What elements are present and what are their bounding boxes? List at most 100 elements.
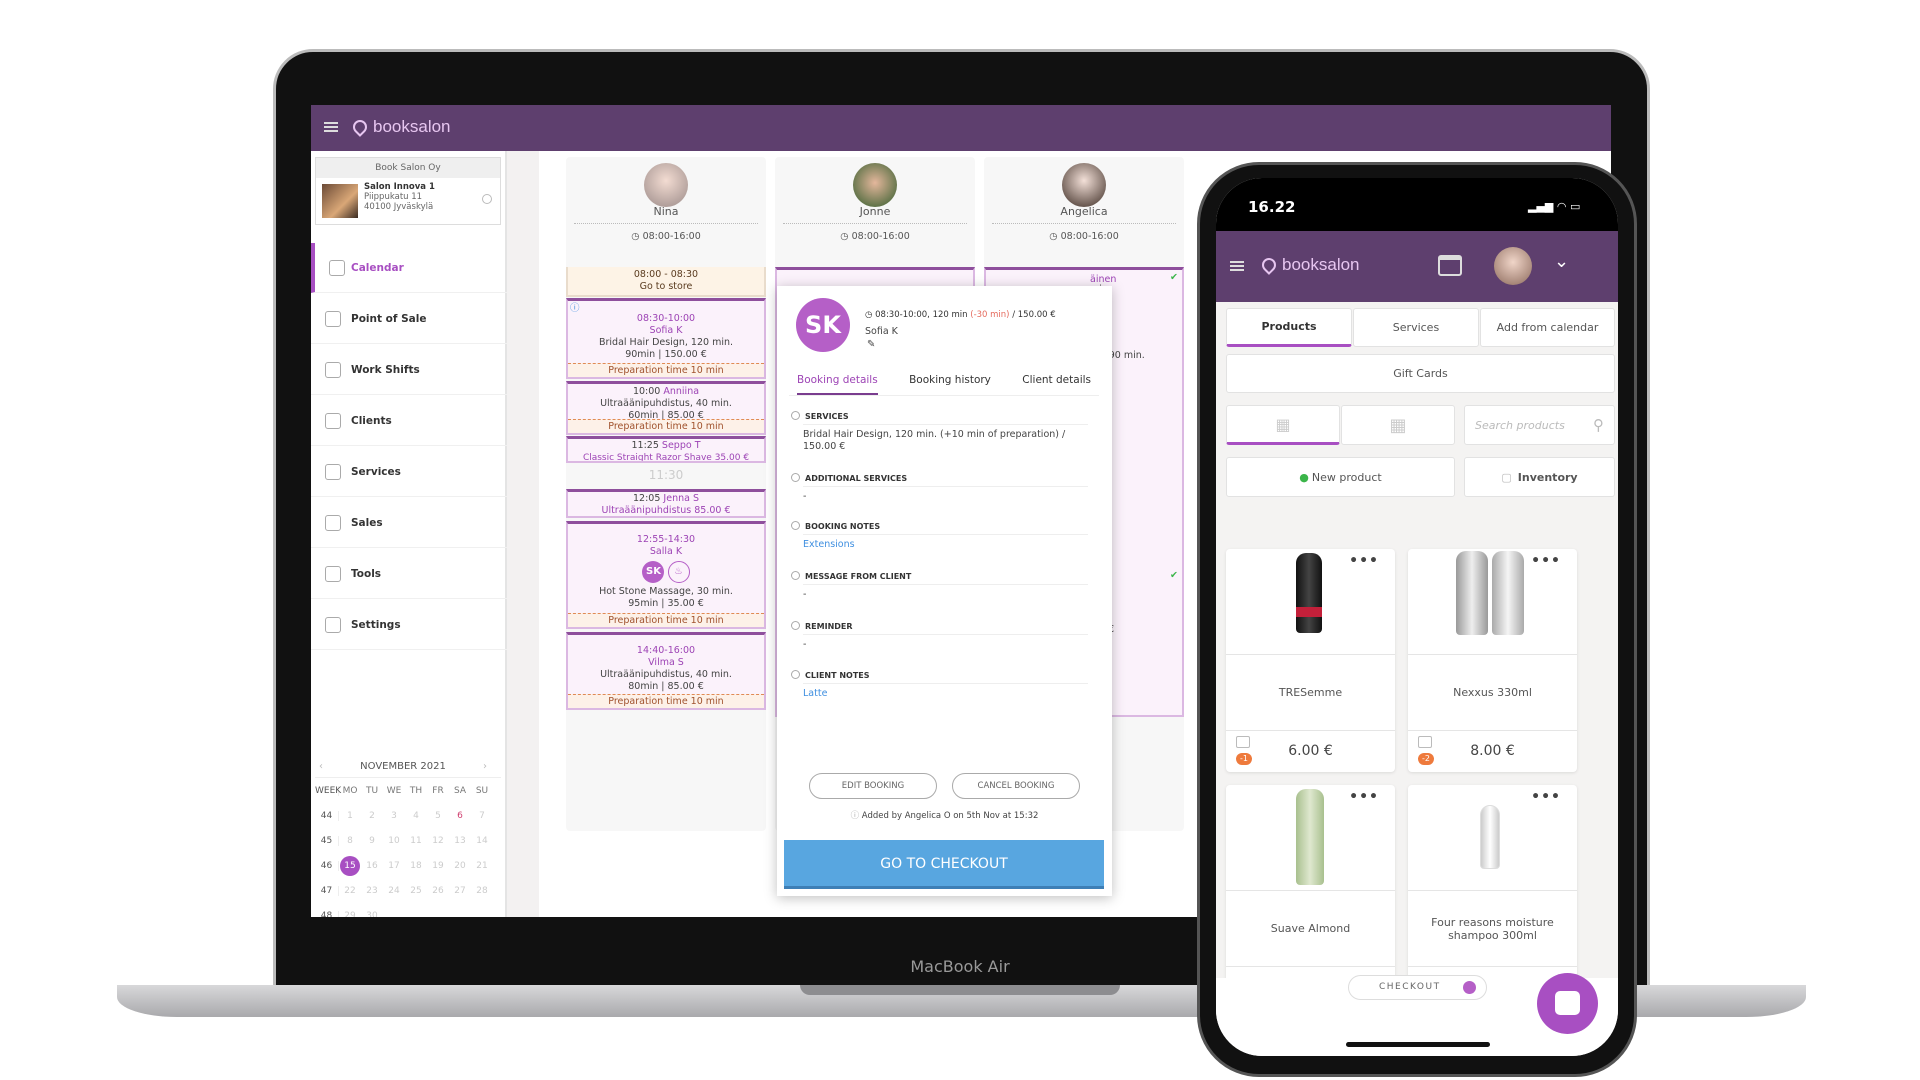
- preparation-time: Preparation time 10 min: [568, 419, 764, 433]
- tab-services[interactable]: Services: [1353, 308, 1479, 347]
- calendar-day[interactable]: 21: [471, 861, 493, 871]
- calendar-day[interactable]: 10: [383, 836, 405, 846]
- salon-card[interactable]: Book Salon Oy Salon Innova 1 Piippukatu …: [315, 157, 501, 225]
- calendar-day[interactable]: 1: [339, 811, 361, 821]
- client-name[interactable]: Sofia K: [865, 326, 898, 337]
- sidebar-item-calendar[interactable]: Calendar: [311, 243, 507, 293]
- more-options-icon[interactable]: •••: [1349, 789, 1379, 805]
- staff-name: Angelica: [1060, 205, 1108, 218]
- calendar-day[interactable]: 7: [471, 811, 493, 821]
- cancel-booking-button[interactable]: CANCEL BOOKING: [952, 773, 1080, 799]
- logo: booksalon: [350, 117, 451, 137]
- section-value[interactable]: Extensions: [803, 539, 1088, 551]
- calendar-day[interactable]: 16: [361, 861, 383, 871]
- small-grid-view-button[interactable]: ▦: [1341, 405, 1455, 445]
- sidebar-item-settings[interactable]: Settings: [311, 600, 507, 650]
- tab-booking-history[interactable]: Booking history: [909, 374, 991, 395]
- calendar-day[interactable]: 19: [427, 861, 449, 871]
- tab-booking-details[interactable]: Booking details: [797, 374, 878, 395]
- calendar-day[interactable]: 6: [449, 811, 471, 821]
- calendar-day[interactable]: 25: [405, 886, 427, 896]
- booking-seppo-t[interactable]: 11:25 Seppo T Classic Straight Razor Shav…: [566, 436, 766, 463]
- more-options-icon[interactable]: •••: [1349, 553, 1379, 569]
- calendar-day[interactable]: 3: [383, 811, 405, 821]
- section-value: -: [803, 589, 807, 600]
- hamburger-menu-icon[interactable]: [324, 122, 338, 124]
- chat-button[interactable]: [1537, 973, 1598, 1034]
- booking-salla-k[interactable]: 12:55-14:30 Salla K SK ♨ Hot Stone Massage,…: [566, 521, 766, 629]
- calendar-day[interactable]: 11: [405, 836, 427, 846]
- sidebar-item-point-of-sale[interactable]: Point of Sale: [311, 294, 507, 344]
- booking-popup: SK ◷ 08:30-10:00, 120 min (-30 min) / 15…: [777, 286, 1112, 896]
- product-card[interactable]: ••• Nexxus 330ml 8.00 € -2: [1408, 549, 1577, 772]
- gift-cards-button[interactable]: Gift Cards: [1226, 354, 1615, 393]
- product-card[interactable]: ••• TRESemme 6.00 € -1: [1226, 549, 1395, 772]
- calendar-day[interactable]: 8: [339, 836, 361, 846]
- calendar-day[interactable]: 4: [405, 811, 427, 821]
- stock-badge: -2: [1418, 753, 1434, 765]
- edit-booking-button[interactable]: EDIT BOOKING: [809, 773, 937, 799]
- more-options-icon[interactable]: •••: [1531, 553, 1561, 569]
- hamburger-menu-icon[interactable]: [1230, 261, 1244, 263]
- calendar-day[interactable]: 5: [427, 811, 449, 821]
- booking-jenna-s[interactable]: 12:05 Jenna S Ultraäänipuhdistus 85.00 €: [566, 489, 766, 518]
- prev-month-icon[interactable]: ‹: [315, 756, 323, 778]
- sidebar-item-sales[interactable]: Sales: [311, 498, 507, 548]
- tab-client-details[interactable]: Client details: [1022, 374, 1091, 395]
- calendar-day[interactable]: 14: [471, 836, 493, 846]
- calendar-day[interactable]: 23: [361, 886, 383, 896]
- calendar-day[interactable]: 13: [449, 836, 471, 846]
- calendar-day[interactable]: 20: [449, 861, 471, 871]
- sidebar-item-tools[interactable]: Tools: [311, 549, 507, 599]
- sidebar-item-clients[interactable]: Clients: [311, 396, 507, 446]
- calendar-day[interactable]: 12: [427, 836, 449, 846]
- product-card[interactable]: ••• Suave Almond: [1226, 785, 1395, 985]
- tab-products[interactable]: Products: [1226, 308, 1352, 347]
- time-label: 11:30: [648, 468, 684, 482]
- go-to-checkout-button[interactable]: GO TO CHECKOUT: [784, 840, 1104, 889]
- calendar-day[interactable]: 27: [449, 886, 471, 896]
- calendar-day[interactable]: 24: [383, 886, 405, 896]
- box-icon: [1236, 736, 1250, 748]
- pencil-icon[interactable]: ✎: [867, 339, 875, 350]
- booking-anniina[interactable]: 10:00 Anniina Ultraäänipuhdistus, 40 min.…: [566, 381, 766, 435]
- calendar-day[interactable]: 17: [383, 861, 405, 871]
- booking-vilma-s[interactable]: 14:40-16:00 Vilma S Ultraäänipuhdistus, 40…: [566, 632, 766, 710]
- section-booking-notes: BOOKING NOTES: [791, 521, 1088, 535]
- check-icon: ✔: [1170, 272, 1178, 283]
- calendar-icon[interactable]: [1438, 255, 1462, 276]
- calendar-day[interactable]: 30: [361, 911, 383, 918]
- calendar-day[interactable]: 2: [361, 811, 383, 821]
- user-avatar[interactable]: [1494, 247, 1532, 285]
- calendar-day[interactable]: 28: [471, 886, 493, 896]
- chevron-down-icon[interactable]: ⌄: [1554, 251, 1569, 272]
- sidebar-item-work-shifts[interactable]: Work Shifts: [311, 345, 507, 395]
- calendar-day[interactable]: 26: [427, 886, 449, 896]
- more-options-icon[interactable]: •••: [1531, 789, 1561, 805]
- calendar-day[interactable]: 15: [340, 855, 360, 876]
- section-value[interactable]: Latte: [803, 688, 1088, 700]
- booking-go-to-store[interactable]: 08:00 - 08:30 Go to store: [566, 267, 766, 297]
- product-card[interactable]: ••• Four reasons moisture shampoo 300ml: [1408, 785, 1577, 985]
- next-month-icon[interactable]: ›: [483, 756, 501, 778]
- staff-name: Nina: [653, 205, 679, 218]
- calendar-day[interactable]: 9: [361, 836, 383, 846]
- calendar-day[interactable]: 29: [339, 911, 361, 918]
- inventory-button[interactable]: ▢ Inventory: [1464, 457, 1615, 497]
- salon-street: Piippukatu 11: [364, 192, 423, 202]
- sidebar-item-services[interactable]: Services: [311, 447, 507, 497]
- staff-avatar: [853, 163, 897, 207]
- new-product-button[interactable]: ● New product: [1226, 457, 1455, 497]
- booking-sofia-k[interactable]: ⓘ 08:30-10:00 Sofia K Bridal Hair Design, 1…: [566, 298, 766, 379]
- calendar-day[interactable]: 18: [405, 861, 427, 871]
- calendar-day[interactable]: 22: [339, 886, 361, 896]
- large-grid-view-button[interactable]: ▦: [1226, 405, 1340, 445]
- search-products-input[interactable]: Search products ⚲: [1464, 405, 1615, 445]
- search-icon: ⚲: [1593, 416, 1604, 434]
- tab-add-from-calendar[interactable]: Add from calendar: [1480, 308, 1615, 347]
- weekday-header: SU: [475, 785, 489, 796]
- section-value: -: [803, 491, 807, 502]
- checkout-drawer-button[interactable]: CHECKOUT: [1348, 975, 1487, 1000]
- weekday-header: MO: [342, 785, 358, 796]
- chevron-right-icon[interactable]: [482, 194, 492, 204]
